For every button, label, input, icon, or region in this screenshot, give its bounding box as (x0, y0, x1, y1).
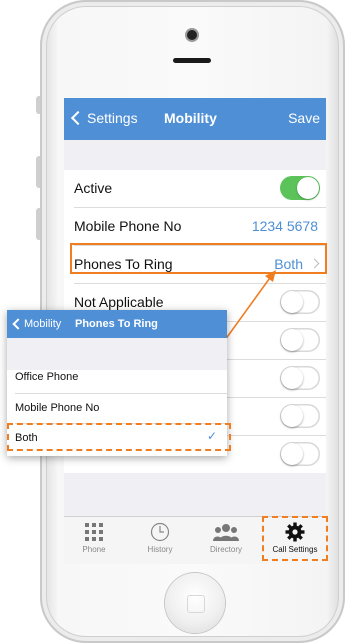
option-label: Mobile Phone No (15, 402, 100, 414)
popup-back-button[interactable]: Mobility (11, 318, 61, 330)
both-option-highlight (7, 423, 231, 451)
option-mobile-phone-no[interactable]: Mobile Phone No (7, 394, 227, 423)
popup-title: Phones To Ring (75, 318, 158, 330)
option-label: Office Phone (15, 371, 79, 383)
chevron-left-icon (12, 318, 24, 330)
option-office-phone[interactable]: Office Phone (7, 363, 227, 392)
popup-back-label: Mobility (24, 318, 62, 330)
popup-nav-bar: Mobility Phones To Ring (7, 310, 227, 338)
